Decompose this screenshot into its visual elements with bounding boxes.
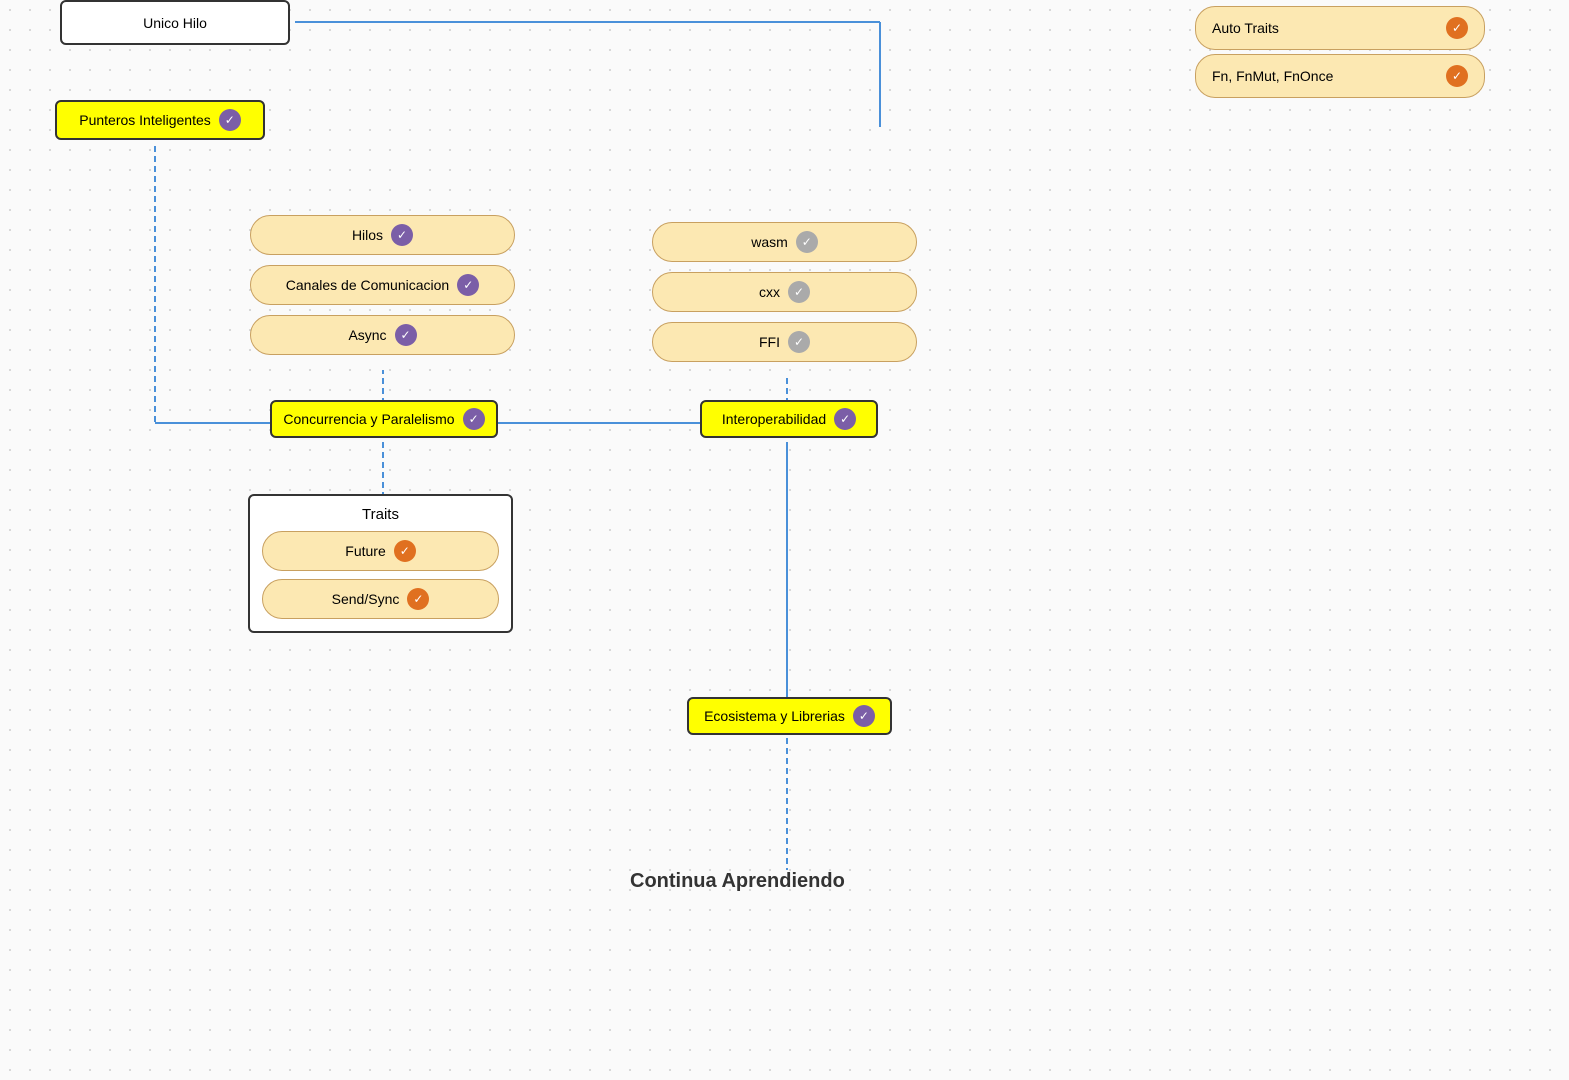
async-check-icon: ✓ [395,324,417,346]
cxx-check-icon: ✓ [788,281,810,303]
traits-group-title: Traits [250,496,511,531]
unico-hilo-node[interactable]: Unico Hilo [60,0,290,45]
concurrencia-node[interactable]: Concurrencia y Paralelismo ✓ [270,400,498,438]
fn-fnmut-fnonce-check-icon: ✓ [1446,65,1468,87]
canales-node[interactable]: Canales de Comunicacion ✓ [250,265,515,305]
auto-traits-label: Auto Traits [1212,20,1279,36]
ffi-node[interactable]: FFI ✓ [652,322,917,362]
punteros-check-icon: ✓ [219,109,241,131]
future-node[interactable]: Future ✓ [262,531,499,571]
hilos-check-icon: ✓ [391,224,413,246]
wasm-check-icon: ✓ [796,231,818,253]
send-sync-node[interactable]: Send/Sync ✓ [262,579,499,619]
concurrencia-label: Concurrencia y Paralelismo ✓ [283,408,484,430]
ecosistema-node[interactable]: Ecosistema y Librerias ✓ [687,697,892,735]
continua-aprendiendo-label: Continua Aprendiendo [630,870,845,893]
interoperabilidad-label: Interoperabilidad ✓ [722,408,856,430]
hilos-node[interactable]: Hilos ✓ [250,215,515,255]
ffi-check-icon: ✓ [788,331,810,353]
traits-group-box: Traits Future ✓ Send/Sync ✓ [248,494,513,633]
fn-fnmut-fnonce-node[interactable]: Fn, FnMut, FnOnce ✓ [1195,54,1485,98]
cxx-node[interactable]: cxx ✓ [652,272,917,312]
interoperabilidad-check-icon: ✓ [834,408,856,430]
ecosistema-label: Ecosistema y Librerias ✓ [704,705,875,727]
unico-hilo-label: Unico Hilo [143,15,207,31]
ecosistema-check-icon: ✓ [853,705,875,727]
auto-traits-check-icon: ✓ [1446,17,1468,39]
concurrencia-items-group: Hilos ✓ Canales de Comunicacion ✓ Async … [250,215,515,355]
interoperabilidad-items-group: wasm ✓ cxx ✓ FFI ✓ [652,222,917,362]
fn-fnmut-fnonce-label: Fn, FnMut, FnOnce [1212,68,1333,84]
punteros-inteligentes-node[interactable]: Punteros Inteligentes ✓ [55,100,265,140]
future-check-icon: ✓ [394,540,416,562]
interoperabilidad-node[interactable]: Interoperabilidad ✓ [700,400,878,438]
connection-lines [0,0,1569,1080]
auto-traits-node[interactable]: Auto Traits ✓ [1195,6,1485,50]
traits-group-items: Future ✓ Send/Sync ✓ [250,531,511,631]
concurrencia-check-icon: ✓ [463,408,485,430]
async-node[interactable]: Async ✓ [250,315,515,355]
canvas: Unico Hilo Punteros Inteligentes ✓ Concu… [0,0,1569,1080]
send-sync-check-icon: ✓ [407,588,429,610]
canales-check-icon: ✓ [457,274,479,296]
punteros-label: Punteros Inteligentes ✓ [79,109,241,131]
wasm-node[interactable]: wasm ✓ [652,222,917,262]
